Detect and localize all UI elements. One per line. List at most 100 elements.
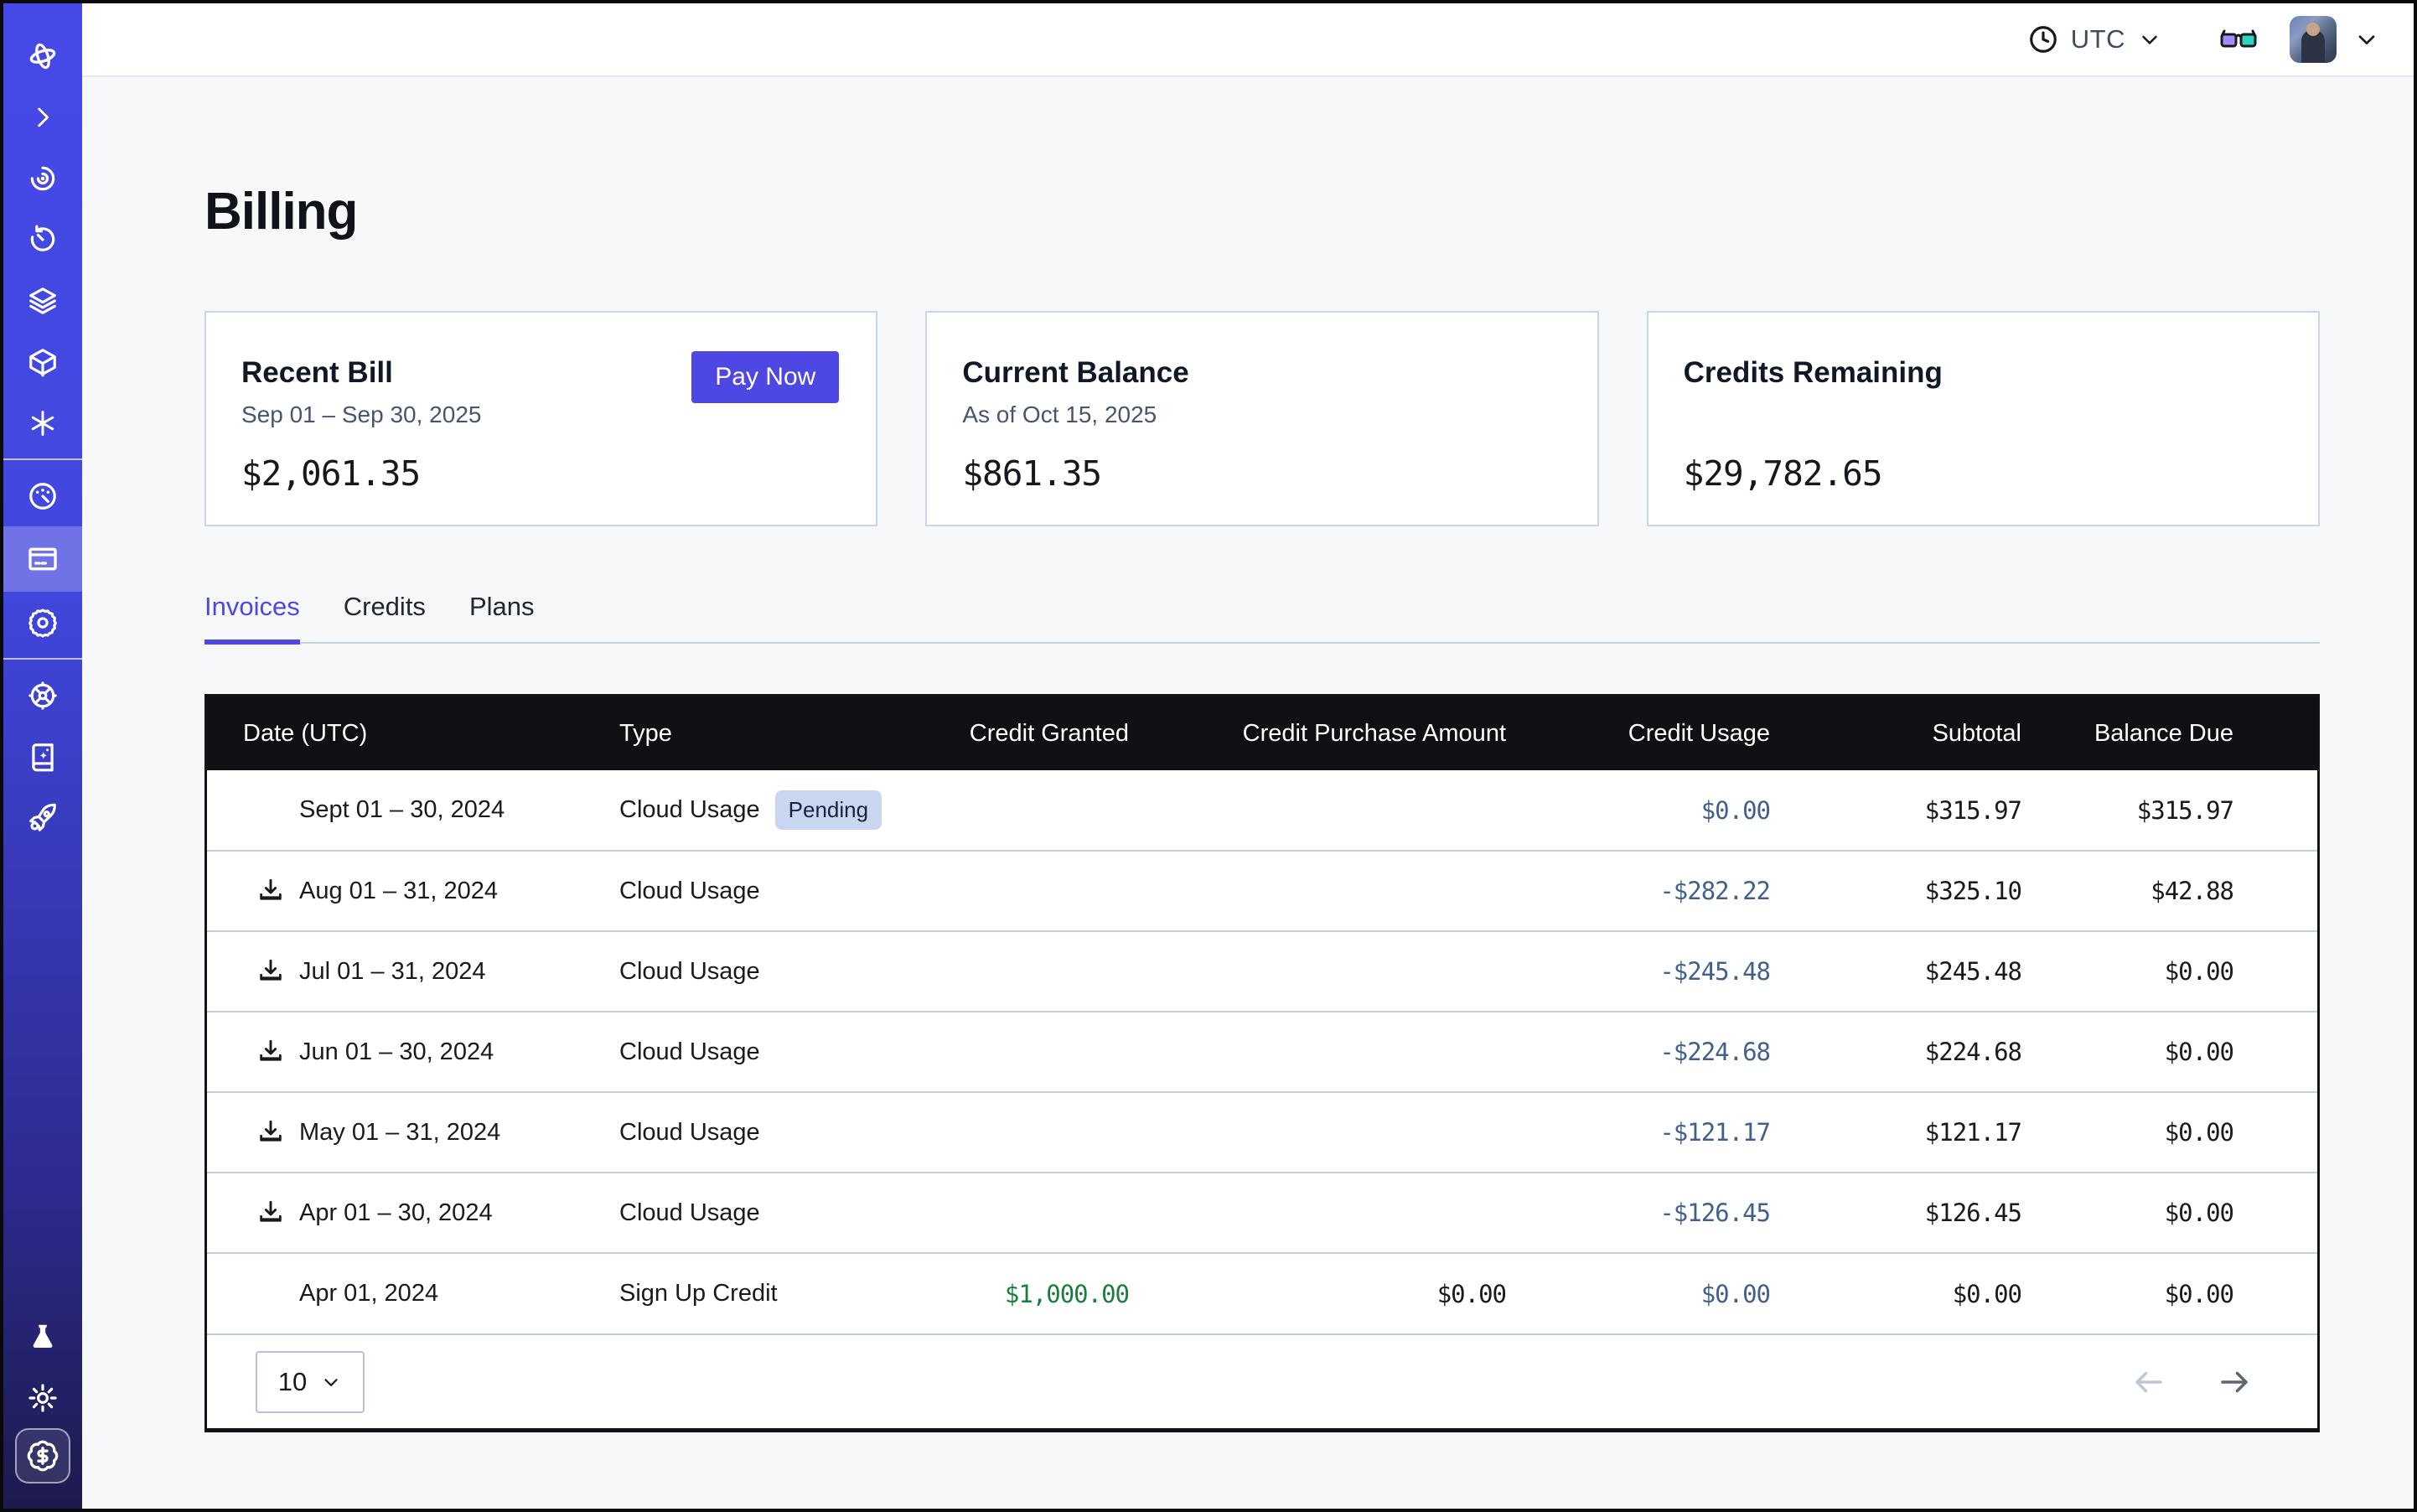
- subtotal: $126.45: [1770, 1173, 2021, 1253]
- main-area: UTC Billing: [82, 3, 2415, 1509]
- page-size-select[interactable]: 10: [256, 1351, 365, 1413]
- table-header-row: Date (UTC) Type Credit Granted Credit Pu…: [207, 696, 2317, 770]
- content: Billing Recent Bill Sep 01 – Sep 30, 202…: [82, 77, 2415, 1509]
- column-header-credit-usage: Credit Usage: [1506, 696, 1770, 770]
- invoice-date: Apr 01 – 30, 2024: [299, 1199, 493, 1227]
- table-row: Apr 01, 2024 Sign Up Credit $1,000.00 $0…: [207, 1253, 2317, 1333]
- chevron-down-icon: [320, 1371, 342, 1393]
- clock-icon: [2027, 23, 2059, 55]
- card-subtitle: [1684, 401, 2281, 430]
- balance-due: $315.97: [2021, 770, 2317, 851]
- topbar: UTC: [82, 3, 2415, 77]
- credit-usage: $0.00: [1506, 770, 1770, 851]
- previous-page-arrow-icon[interactable]: [2131, 1364, 2166, 1400]
- timezone-selector[interactable]: UTC: [2027, 23, 2162, 55]
- invoice-date: Jul 01 – 31, 2024: [299, 958, 486, 986]
- card-title: Current Balance: [962, 356, 1560, 390]
- download-invoice-icon[interactable]: [256, 956, 286, 986]
- column-header-balance-due: Balance Due: [2021, 696, 2317, 770]
- layers-icon[interactable]: [3, 270, 82, 331]
- table-row: Jun 01 – 30, 2024 Cloud Usage -$224.68 $…: [207, 1012, 2317, 1092]
- balance-due: $0.00: [2021, 1253, 2317, 1333]
- app-window: UTC Billing: [0, 0, 2417, 1512]
- invoice-date: Sept 01 – 30, 2024: [299, 796, 505, 824]
- column-header-type: Type: [586, 696, 963, 770]
- flask-icon[interactable]: [3, 1306, 82, 1367]
- column-header-date: Date (UTC): [207, 696, 586, 770]
- billing-tabs: Invoices Credits Plans: [204, 592, 2320, 644]
- balance-due: $0.00: [2021, 1173, 2317, 1253]
- card-title: Credits Remaining: [1684, 356, 2281, 390]
- table-row: Apr 01 – 30, 2024 Cloud Usage -$126.45 $…: [207, 1173, 2317, 1253]
- credit-usage: -$245.48: [1506, 931, 1770, 1012]
- sidebar-divider: [3, 458, 82, 460]
- balance-due: $0.00: [2021, 931, 2317, 1012]
- balance-due: $42.88: [2021, 851, 2317, 931]
- page-size-value: 10: [278, 1367, 307, 1397]
- subtotal: $245.48: [1770, 931, 2021, 1012]
- column-header-subtotal: Subtotal: [1770, 696, 2021, 770]
- download-invoice-icon[interactable]: [256, 1037, 286, 1067]
- invoice-date: Jun 01 – 30, 2024: [299, 1038, 494, 1066]
- dollar-badge-icon[interactable]: [15, 1428, 70, 1484]
- chevron-down-icon: [2137, 27, 2162, 52]
- cube-icon[interactable]: [3, 331, 82, 392]
- sidebar: [3, 3, 82, 1509]
- download-invoice-icon[interactable]: [256, 876, 286, 906]
- invoices-table: Date (UTC) Type Credit Granted Credit Pu…: [204, 694, 2320, 1432]
- credit-usage: $0.00: [1506, 1253, 1770, 1333]
- rocket-icon[interactable]: [3, 787, 82, 848]
- status-badge: Pending: [775, 790, 882, 830]
- next-page-arrow-icon[interactable]: [2217, 1364, 2252, 1400]
- asterisk-icon[interactable]: [3, 392, 82, 453]
- sidebar-item-billing[interactable]: [3, 526, 82, 592]
- credit-usage: -$282.22: [1506, 851, 1770, 931]
- invoice-type: Cloud Usage: [619, 1119, 760, 1147]
- column-header-credit-purchase: Credit Purchase Amount: [1129, 696, 1506, 770]
- logo-icon[interactable]: [3, 25, 82, 86]
- credits-remaining-card: Credits Remaining $29,782.65: [1647, 311, 2320, 526]
- card-amount: $861.35: [962, 453, 1560, 494]
- gear-icon[interactable]: [3, 592, 82, 653]
- balance-due: $0.00: [2021, 1092, 2317, 1173]
- helm-icon[interactable]: [3, 665, 82, 726]
- download-invoice-icon[interactable]: [256, 1198, 286, 1228]
- gauge-icon[interactable]: [3, 465, 82, 526]
- chevron-down-icon[interactable]: [2353, 26, 2380, 53]
- invoice-type: Cloud Usage: [619, 796, 760, 824]
- invoice-type: Cloud Usage: [619, 878, 760, 905]
- timer-icon[interactable]: [3, 209, 82, 270]
- card-subtitle: Sep 01 – Sep 30, 2025: [241, 401, 839, 430]
- subtotal: $315.97: [1770, 770, 2021, 851]
- tab-plans[interactable]: Plans: [469, 592, 535, 642]
- column-header-credit-granted: Credit Granted: [963, 696, 1129, 770]
- card-amount: $29,782.65: [1684, 453, 2281, 494]
- glasses-icon[interactable]: [2218, 24, 2259, 54]
- table-row: Sept 01 – 30, 2024 Cloud Usage Pending $0…: [207, 770, 2317, 851]
- invoice-type: Cloud Usage: [619, 1038, 760, 1066]
- credit-usage: -$224.68: [1506, 1012, 1770, 1092]
- tab-invoices[interactable]: Invoices: [204, 592, 300, 642]
- invoice-type: Cloud Usage: [619, 1199, 760, 1227]
- table-footer: 10: [207, 1333, 2317, 1428]
- summary-cards: Recent Bill Sep 01 – Sep 30, 2025 $2,061…: [204, 311, 2320, 526]
- table-row: May 01 – 31, 2024 Cloud Usage -$121.17 $…: [207, 1092, 2317, 1173]
- invoice-type: Cloud Usage: [619, 958, 760, 986]
- tab-credits[interactable]: Credits: [344, 592, 426, 642]
- avatar[interactable]: [2290, 16, 2337, 63]
- subtotal: $0.00: [1770, 1253, 2021, 1333]
- invoice-date: May 01 – 31, 2024: [299, 1119, 500, 1147]
- invoice-type: Sign Up Credit: [619, 1280, 778, 1307]
- current-balance-card: Current Balance As of Oct 15, 2025 $861.…: [925, 311, 1598, 526]
- card-subtitle: As of Oct 15, 2025: [962, 401, 1560, 430]
- subtotal: $325.10: [1770, 851, 2021, 931]
- credit-purchase-amount: $0.00: [1129, 1253, 1506, 1333]
- sun-icon[interactable]: [3, 1367, 82, 1428]
- chevron-right-icon[interactable]: [3, 86, 82, 148]
- pay-now-button[interactable]: Pay Now: [691, 351, 839, 403]
- page-title: Billing: [204, 182, 2320, 241]
- subtotal: $224.68: [1770, 1012, 2021, 1092]
- download-invoice-icon[interactable]: [256, 1117, 286, 1147]
- radar-icon[interactable]: [3, 148, 82, 209]
- book-sparkle-icon[interactable]: [3, 726, 82, 787]
